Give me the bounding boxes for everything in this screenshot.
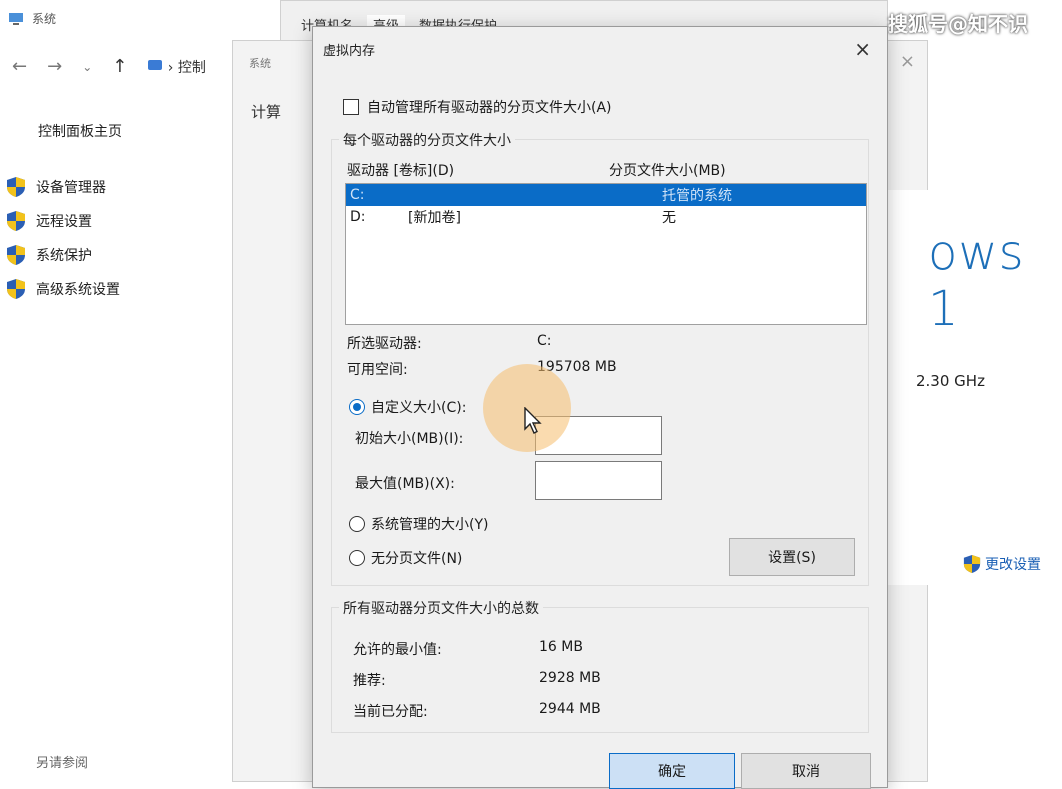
system-window-title: 系统 [8, 10, 56, 27]
chevron-down-icon[interactable]: ⌄ [82, 60, 92, 74]
max-size-label: 最大值(MB)(X): [355, 476, 455, 492]
close-icon[interactable]: × [900, 51, 915, 72]
per-drive-group-title: 每个驱动器的分页文件大小 [339, 130, 515, 150]
allocated-value: 2944 MB [539, 701, 601, 717]
shield-icon [7, 279, 25, 299]
drive-row-d[interactable]: D: [新加卷] 无 [346, 206, 866, 228]
auto-manage-label: 自动管理所有驱动器的分页文件大小(A) [367, 100, 612, 116]
recommended-value: 2928 MB [539, 670, 601, 686]
up-arrow-icon[interactable]: ↑ [112, 56, 127, 77]
min-allowed-label: 允许的最小值: [353, 642, 442, 658]
drive-row-c[interactable]: C: 托管的系统 [346, 184, 866, 206]
selected-drive-value: C: [537, 333, 552, 349]
breadcrumb-separator-icon: › [167, 59, 174, 76]
totals-group-title: 所有驱动器分页文件大小的总数 [339, 598, 543, 618]
forward-arrow-icon[interactable]: → [47, 56, 62, 77]
shield-icon [7, 211, 25, 231]
auto-manage-checkbox[interactable] [343, 99, 359, 115]
selected-drive-row: 所选驱动器: C: [347, 333, 552, 353]
sidebar-item-remote-settings[interactable]: 远程设置 [6, 204, 120, 238]
auto-manage-row[interactable]: 自动管理所有驱动器的分页文件大小(A) [343, 97, 612, 117]
system-managed-radio[interactable] [349, 516, 365, 532]
performance-options-title: 系统 [249, 57, 271, 70]
performance-options-heading: 计算 [251, 103, 282, 121]
windows-logo-text: ows 1 [928, 225, 1025, 337]
min-allowed-row: 允许的最小值: 16 MB [353, 639, 583, 659]
min-allowed-value: 16 MB [539, 639, 583, 655]
sidebar-links: 设备管理器 远程设置 系统保护 高级系统设置 [6, 170, 120, 306]
see-also-heading: 另请参阅 [36, 756, 89, 771]
control-panel-icon [148, 59, 163, 70]
custom-size-label: 自定义大小(C): [371, 400, 467, 416]
no-paging-label: 无分页文件(N) [371, 551, 463, 567]
max-size-input[interactable] [535, 461, 662, 500]
system-managed-label: 系统管理的大小(Y) [371, 517, 489, 533]
drive-list[interactable]: C: 托管的系统 D: [新加卷] 无 [345, 183, 867, 325]
sidebar-item-label: 远程设置 [36, 214, 92, 230]
no-paging-option[interactable]: 无分页文件(N) [349, 548, 462, 568]
control-panel-home-link[interactable]: 控制面板主页 [38, 121, 122, 141]
drive-list-header: 驱动器 [卷标](D) 分页文件大小(MB) [347, 160, 767, 180]
custom-size-radio[interactable] [349, 399, 365, 415]
custom-size-option[interactable]: 自定义大小(C): [349, 397, 466, 417]
navigation-bar: ← → ⌄ ↑ › 控制 [12, 56, 206, 77]
free-space-row: 可用空间: 195708 MB [347, 359, 617, 379]
change-settings-label: 更改设置 [985, 557, 1041, 573]
breadcrumb-control-panel[interactable]: 控制 [178, 60, 206, 76]
sidebar-item-label: 高级系统设置 [36, 282, 120, 298]
selected-drive-label: 所选驱动器: [347, 336, 422, 352]
sidebar-item-device-manager[interactable]: 设备管理器 [6, 170, 120, 204]
computer-icon [9, 12, 23, 25]
initial-size-label: 初始大小(MB)(I): [355, 431, 464, 447]
close-icon[interactable]: × [854, 37, 871, 61]
virtual-memory-dialog: 虚拟内存 × 自动管理所有驱动器的分页文件大小(A) 每个驱动器的分页文件大小 … [312, 26, 888, 789]
system-window-title-text: 系统 [32, 12, 57, 26]
cancel-button[interactable]: 取消 [741, 753, 871, 789]
ok-button[interactable]: 确定 [609, 753, 735, 789]
set-button[interactable]: 设置(S) [729, 538, 855, 576]
breadcrumb[interactable]: › 控制 [147, 57, 206, 77]
dialog-title: 虚拟内存 [323, 44, 376, 59]
mouse-cursor-icon [524, 407, 542, 434]
column-size: 分页文件大小(MB) [609, 163, 726, 179]
shield-icon [7, 177, 25, 197]
sidebar-item-system-protection[interactable]: 系统保护 [6, 238, 120, 272]
recommended-label: 推荐: [353, 673, 386, 689]
sidebar-item-label: 设备管理器 [36, 180, 106, 196]
change-settings-link[interactable]: 更改设置 [963, 554, 1041, 574]
shield-icon [963, 555, 981, 573]
allocated-row: 当前已分配: 2944 MB [353, 701, 601, 721]
no-paging-radio[interactable] [349, 550, 365, 566]
system-managed-option[interactable]: 系统管理的大小(Y) [349, 514, 488, 534]
sidebar-item-label: 系统保护 [36, 248, 92, 264]
shield-icon [7, 245, 25, 265]
watermark: 搜狐号@知不识 [888, 12, 1028, 36]
cpu-speed: 2.30 GHz [916, 372, 985, 390]
column-drive: 驱动器 [卷标](D) [347, 163, 455, 179]
allocated-label: 当前已分配: [353, 704, 428, 720]
sidebar-item-advanced-settings[interactable]: 高级系统设置 [6, 272, 120, 306]
recommended-row: 推荐: 2928 MB [353, 670, 601, 690]
back-arrow-icon[interactable]: ← [12, 56, 27, 77]
